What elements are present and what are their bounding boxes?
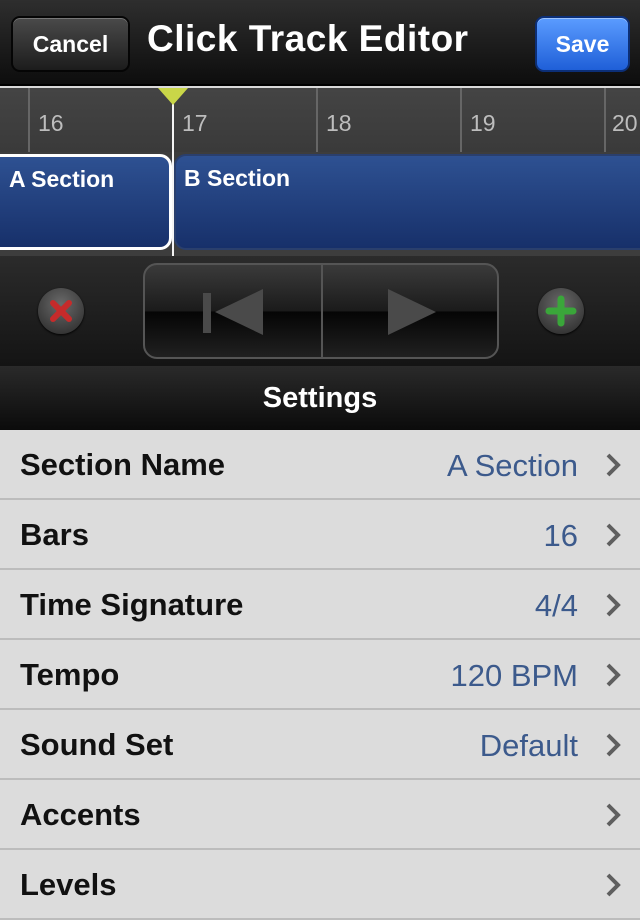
row-label: Levels bbox=[20, 867, 117, 902]
navigation-segmented-control bbox=[143, 263, 499, 359]
section-block-b[interactable]: B Section bbox=[174, 154, 640, 250]
next-arrow-icon bbox=[388, 289, 436, 335]
previous-arrow-icon bbox=[203, 289, 263, 335]
settings-row-time-signature[interactable]: Time Signature 4/4 bbox=[0, 570, 640, 640]
settings-header: Settings bbox=[0, 366, 640, 430]
section-block-a[interactable]: A Section bbox=[0, 154, 172, 250]
red-x-icon bbox=[50, 300, 72, 322]
chevron-right-icon bbox=[606, 453, 621, 477]
row-value: 16 bbox=[543, 518, 578, 553]
delete-section-button[interactable] bbox=[38, 288, 84, 334]
row-label: Sound Set bbox=[20, 727, 174, 762]
playhead-line bbox=[172, 96, 174, 256]
section-track: A Section B Section bbox=[0, 152, 640, 256]
row-label: Tempo bbox=[20, 657, 120, 692]
row-value: 4/4 bbox=[534, 588, 578, 623]
bar-number: 18 bbox=[326, 110, 352, 136]
bar-number: 20 bbox=[612, 110, 638, 136]
bar-tick bbox=[460, 88, 462, 152]
playhead-marker-icon[interactable] bbox=[158, 88, 188, 105]
bar-ruler[interactable]: 16 17 18 19 20 bbox=[0, 88, 640, 152]
settings-row-tempo[interactable]: Tempo 120 BPM bbox=[0, 640, 640, 710]
row-value: A Section bbox=[447, 448, 578, 483]
bar-tick bbox=[28, 88, 30, 152]
page-title: Click Track Editor bbox=[147, 18, 469, 59]
bar-number: 16 bbox=[38, 110, 64, 136]
row-label: Bars bbox=[20, 517, 89, 552]
row-value: 120 BPM bbox=[450, 658, 578, 693]
settings-row-accents[interactable]: Accents bbox=[0, 780, 640, 850]
previous-section-button[interactable] bbox=[145, 265, 323, 357]
bar-number: 17 bbox=[182, 110, 208, 136]
next-section-button[interactable] bbox=[322, 265, 498, 357]
chevron-right-icon bbox=[606, 803, 621, 827]
settings-list: Section Name A Section Bars 16 Time Sign… bbox=[0, 430, 640, 920]
green-plus-icon bbox=[545, 295, 577, 327]
bar-tick bbox=[316, 88, 318, 152]
chevron-right-icon bbox=[606, 733, 621, 757]
chevron-right-icon bbox=[606, 873, 621, 897]
chevron-right-icon bbox=[606, 663, 621, 687]
row-label: Section Name bbox=[20, 447, 226, 482]
settings-row-sound-set[interactable]: Sound Set Default bbox=[0, 710, 640, 780]
navigation-bar: Cancel Click Track Editor Save bbox=[0, 0, 640, 86]
chevron-right-icon bbox=[606, 523, 621, 547]
row-label: Time Signature bbox=[20, 587, 244, 622]
add-section-button[interactable] bbox=[538, 288, 584, 334]
chevron-right-icon bbox=[606, 593, 621, 617]
row-label: Accents bbox=[20, 797, 141, 832]
bar-tick bbox=[604, 88, 606, 152]
save-button[interactable]: Save bbox=[535, 16, 630, 72]
settings-row-bars[interactable]: Bars 16 bbox=[0, 500, 640, 570]
settings-row-section-name[interactable]: Section Name A Section bbox=[0, 430, 640, 500]
bar-number: 19 bbox=[470, 110, 496, 136]
cancel-button[interactable]: Cancel bbox=[11, 16, 130, 72]
row-value: Default bbox=[479, 728, 578, 763]
settings-row-levels[interactable]: Levels bbox=[0, 850, 640, 920]
